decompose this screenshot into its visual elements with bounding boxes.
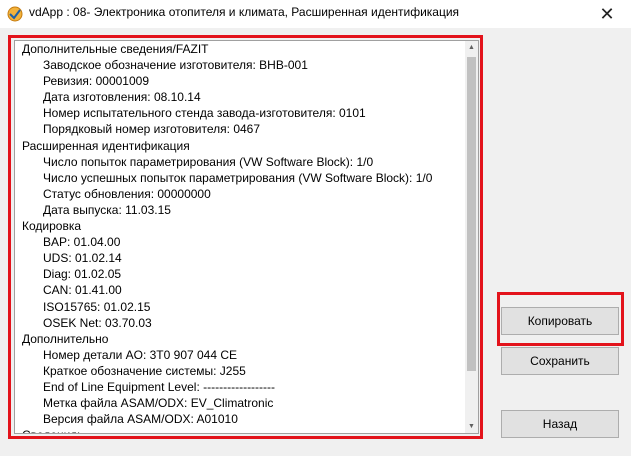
vertical-scrollbar[interactable]: ▲ ▼ [465,41,478,433]
info-line: Ревизия: 00001009 [43,74,149,89]
info-line: Число успешных попыток параметрирования … [43,170,433,185]
info-line: ISO15765: 01.02.15 [43,299,151,314]
copy-button[interactable]: Копировать [501,307,619,335]
info-line: Порядковый номер изготовителя: 0467 [43,122,261,137]
info-line: OSEK Net: 03.70.03 [43,315,152,330]
section-heading: Сведения: [15,427,466,433]
info-line: End of Line Equipment Level: -----------… [43,379,276,394]
info-line: UDS: 01.02.14 [43,251,122,266]
back-button[interactable]: Назад [501,410,619,438]
section-heading: Дополнительные сведения/FAZIT [22,42,209,56]
section-heading: Расширенная идентификация [22,138,190,153]
title-bar: vdApp : 08- Электроника отопителя и клим… [0,0,631,28]
section-heading: Кодировка [22,219,82,234]
section-heading: Дополнительно [22,331,109,346]
info-line: Номер испытательного стенда завода-изгот… [43,106,366,121]
vdapp-logo-icon [7,6,23,22]
scroll-up-arrow-icon[interactable]: ▲ [465,41,478,54]
info-line: Число попыток параметрирования (VW Softw… [43,154,374,169]
info-line: Версия файла ASAM/ODX: A01010 [43,412,238,427]
info-line: BAP: 01.04.00 [43,235,121,250]
close-button[interactable]: ✕ [589,0,625,28]
info-line: Номер детали AO: 3T0 907 044 CE [43,347,238,362]
info-line: Diag: 01.02.05 [43,267,122,282]
identification-listbox[interactable]: Дополнительные сведения/FAZIT Заводское о… [14,40,479,434]
close-icon: ✕ [599,3,615,25]
scroll-thumb[interactable] [467,57,476,371]
info-line: Статус обновления: 00000000 [43,186,211,201]
info-line: Дата выпуска: 11.03.15 [43,202,171,217]
info-line: Заводское обозначение изготовителя: BHB-… [43,58,308,73]
info-line: CAN: 01.41.00 [43,283,122,298]
identification-text: Дополнительные сведения/FAZIT Заводское о… [15,41,466,433]
info-line: Дата изготовления: 08.10.14 [43,90,201,105]
scroll-down-arrow-icon[interactable]: ▼ [465,420,478,433]
window-title: vdApp : 08- Электроника отопителя и клим… [29,5,460,19]
save-button[interactable]: Сохранить [501,347,619,375]
info-line: Метка файла ASAM/ODX: EV_Climatronic [43,396,274,411]
info-line: Краткое обозначение системы: J255 [43,363,246,378]
